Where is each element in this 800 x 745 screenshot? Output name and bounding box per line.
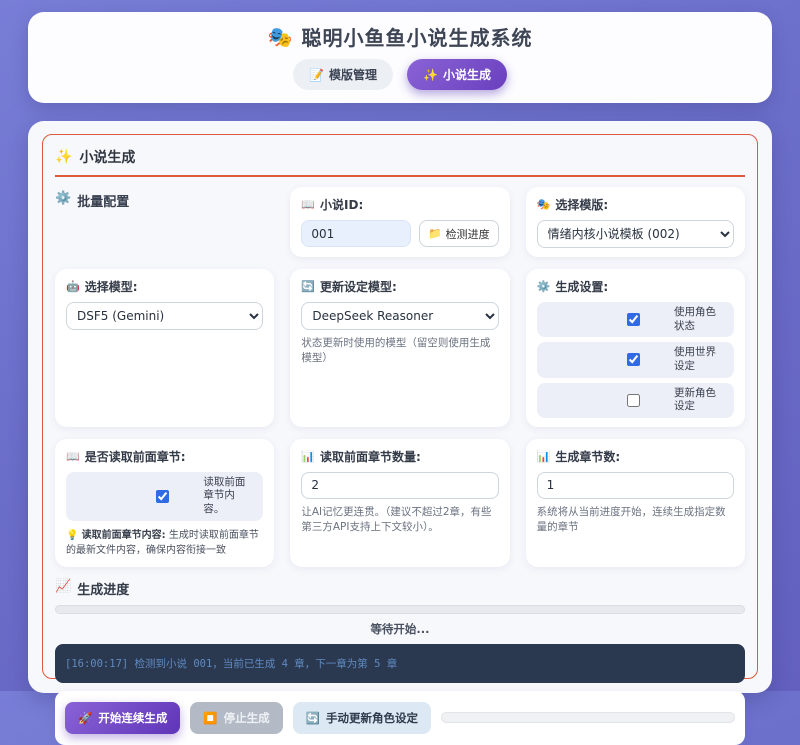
chapter-count-label: 📊 生成章节数: (537, 448, 734, 465)
tab-bar: 📝 模版管理 ✨ 小说生成 (28, 59, 772, 90)
theater-masks-icon: 🎭 (268, 25, 294, 49)
novel-id-panel: 📖 小说ID: 📁 检测进度 (290, 187, 509, 257)
model-label-text: 选择模型: (85, 278, 138, 295)
page-background: 🎭 聪明小鱼鱼小说生成系统 📝 模版管理 ✨ 小说生成 ✨ 小说生成 ⚙️ (0, 0, 800, 693)
log-console: [16:00:17] 检测到小说 001，当前已生成 4 章，下一章为第 5 章 (55, 644, 745, 683)
template-label: 🎭 选择模版: (537, 196, 734, 213)
chapter-count-input[interactable] (537, 472, 734, 499)
manual-update-roles-button[interactable]: 🔄 手动更新角色设定 (293, 702, 431, 734)
generation-settings-label: ⚙️ 生成设置: (537, 278, 734, 295)
novel-id-label-text: 小说ID: (320, 196, 363, 213)
progress-status-text: 等待开始... (55, 621, 745, 637)
read-previous-option-label: 读取前面章节内容。 (203, 476, 253, 517)
update-model-label-text: 更新设定模型: (320, 278, 397, 295)
start-generation-label: 开始连续生成 (98, 710, 167, 726)
update-role-setting-label: 更新角色设定 (674, 387, 724, 414)
lightbulb-icon: 💡 (66, 530, 78, 541)
tab-novel-label: 小说生成 (443, 66, 491, 83)
use-world-setting-row: 使用世界设定 (537, 342, 734, 377)
generation-settings-panel: ⚙️ 生成设置: 使用角色状态 使用世界设定 更新角色设定 (526, 269, 745, 427)
bar-chart-icon: 📊 (301, 450, 315, 463)
check-progress-button[interactable]: 📁 检测进度 (419, 220, 499, 247)
progress-heading-text: 生成进度 (77, 579, 129, 598)
batch-config-label: 批量配置 (77, 191, 129, 257)
main-card: ✨ 小说生成 ⚙️ 批量配置 📖 小说ID: 📁 (28, 121, 772, 693)
model-panel: 🤖 选择模型: DSF5 (Gemini) (55, 269, 274, 427)
app-title-text: 聪明小鱼鱼小说生成系统 (301, 22, 532, 51)
progress-heading: 📈 生成进度 (55, 579, 745, 598)
previous-count-input[interactable] (301, 472, 498, 499)
gear-icon: ⚙️ (537, 280, 551, 293)
read-previous-checkbox[interactable] (156, 490, 169, 503)
sparkles-icon: ✨ (55, 149, 72, 165)
stop-generation-button[interactable]: ⏹️ 停止生成 (190, 702, 282, 734)
tip-strong-text: 读取前面章节内容: (82, 530, 166, 541)
config-grid: ⚙️ 批量配置 📖 小说ID: 📁 检测进度 (55, 187, 745, 567)
model-label: 🤖 选择模型: (66, 278, 263, 295)
book-icon: 📖 (301, 198, 315, 211)
app-header: 🎭 聪明小鱼鱼小说生成系统 📝 模版管理 ✨ 小说生成 (28, 12, 772, 103)
read-previous-row: 读取前面章节内容。 (66, 472, 263, 521)
previous-count-panel: 📊 读取前面章节数量: 让AI记忆更连贯。（建议不超过2章，有些第三方API支持… (290, 439, 509, 567)
section-title: ✨ 小说生成 (55, 147, 745, 177)
start-generation-button[interactable]: 🚀 开始连续生成 (65, 702, 180, 734)
chart-increasing-icon: 📈 (55, 579, 71, 598)
refresh-icon: 🔄 (306, 711, 320, 725)
bar-chart-icon: 📊 (537, 450, 551, 463)
chapter-count-panel: 📊 生成章节数: 系统将从当前进度开始，连续生成指定数量的章节 (526, 439, 745, 567)
use-world-setting-checkbox[interactable] (627, 353, 640, 366)
refresh-icon: 🔄 (301, 280, 315, 293)
use-world-setting-label: 使用世界设定 (674, 346, 724, 373)
update-role-setting-checkbox[interactable] (627, 394, 640, 407)
tab-novel-generation[interactable]: ✨ 小说生成 (407, 59, 507, 90)
model-select[interactable]: DSF5 (Gemini) (66, 302, 263, 330)
chapter-count-help: 系统将从当前进度开始，连续生成指定数量的章节 (537, 505, 734, 535)
use-role-state-label: 使用角色状态 (674, 306, 724, 333)
template-select[interactable]: 情绪内核小说模板 (002) (537, 220, 734, 248)
stop-generation-label: 停止生成 (224, 710, 270, 726)
folder-icon: 📁 (428, 227, 442, 240)
read-previous-label-text: 是否读取前面章节: (85, 448, 186, 465)
log-line: [16:00:17] 检测到小说 001，当前已生成 4 章，下一章为第 5 章 (65, 656, 735, 671)
chapter-count-label-text: 生成章节数: (555, 448, 620, 465)
check-progress-label: 检测进度 (446, 226, 490, 242)
rocket-icon: 🚀 (78, 711, 92, 725)
read-previous-tip: 💡 读取前面章节内容: 生成时读取前面章节的最新文件内容，确保内容衔接一致 (66, 528, 263, 558)
previous-count-label-text: 读取前面章节数量: (320, 448, 421, 465)
template-label-text: 选择模版: (555, 196, 608, 213)
stop-icon: ⏹️ (203, 711, 217, 725)
read-previous-label: 📖 是否读取前面章节: (66, 448, 263, 465)
previous-count-label: 📊 读取前面章节数量: (301, 448, 498, 465)
update-model-select[interactable]: DeepSeek Reasoner (301, 302, 498, 330)
update-model-panel: 🔄 更新设定模型: DeepSeek Reasoner 状态更新时使用的模型（留… (290, 269, 509, 427)
actions-panel: 🚀 开始连续生成 ⏹️ 停止生成 🔄 手动更新角色设定 (55, 691, 745, 745)
template-panel: 🎭 选择模版: 情绪内核小说模板 (002) (526, 187, 745, 257)
update-role-setting-row: 更新角色设定 (537, 383, 734, 418)
sparkles-icon: ✨ (423, 68, 438, 82)
manual-update-roles-label: 手动更新角色设定 (326, 710, 418, 726)
novel-id-row: 📁 检测进度 (301, 220, 498, 247)
memo-icon: 📝 (309, 68, 324, 82)
generation-settings-label-text: 生成设置: (555, 278, 608, 295)
novel-id-label: 📖 小说ID: (301, 196, 498, 213)
read-previous-panel: 📖 是否读取前面章节: 读取前面章节内容。 💡 读取前面章节内容: 生成时读取前… (55, 439, 274, 567)
previous-count-help: 让AI记忆更连贯。（建议不超过2章，有些第三方API支持上下文较小）。 (301, 505, 498, 535)
novel-id-input[interactable] (301, 220, 411, 247)
app-title: 🎭 聪明小鱼鱼小说生成系统 (28, 22, 772, 51)
update-model-help: 状态更新时使用的模型（留空则使用生成模型） (301, 336, 498, 366)
theater-masks-icon: 🎭 (537, 198, 551, 211)
use-role-state-checkbox[interactable] (627, 313, 640, 326)
use-role-state-row: 使用角色状态 (537, 302, 734, 337)
action-progress-bar (441, 712, 735, 723)
batch-config-heading: ⚙️ 批量配置 (55, 187, 274, 257)
book-icon: 📖 (66, 450, 80, 463)
robot-icon: 🤖 (66, 280, 80, 293)
section-title-text: 小说生成 (79, 147, 135, 167)
tab-template-label: 模版管理 (329, 66, 377, 83)
novel-generation-card: ✨ 小说生成 ⚙️ 批量配置 📖 小说ID: 📁 (42, 134, 758, 679)
update-model-label: 🔄 更新设定模型: (301, 278, 498, 295)
tab-template-management[interactable]: 📝 模版管理 (293, 59, 393, 90)
gear-icon: ⚙️ (55, 191, 71, 257)
generation-progress-bar (55, 605, 745, 614)
